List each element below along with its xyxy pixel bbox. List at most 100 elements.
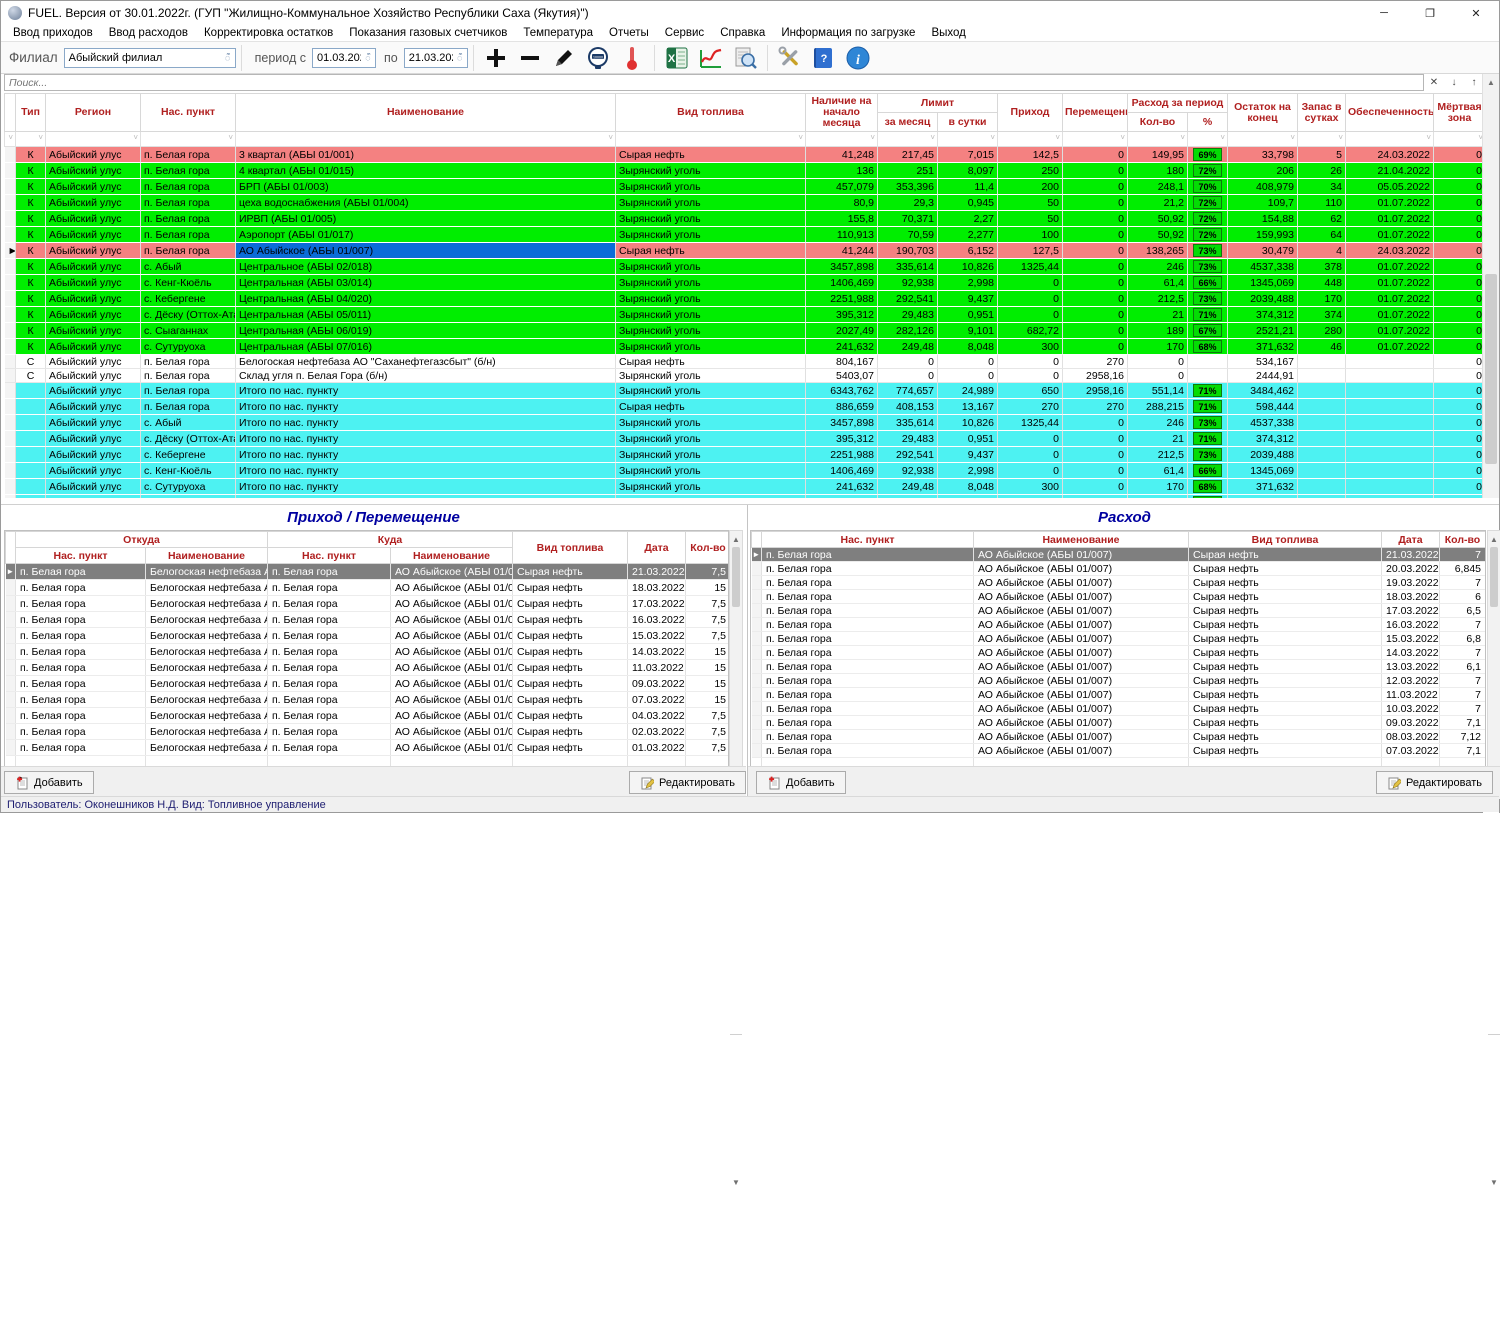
income-row[interactable]: п. Белая гораБелогоская нефтебаза АО "Са… bbox=[6, 676, 730, 692]
column-dead-zone[interactable]: Мёртвая зона bbox=[1434, 94, 1485, 132]
expense-row[interactable]: п. Белая гораАО Абыйское (АБЫ 01/007)Сыр… bbox=[752, 562, 1486, 576]
filter-dropdown[interactable] bbox=[878, 132, 938, 147]
income-row[interactable]: п. Белая гораБелогоская нефтебаза АО "Са… bbox=[6, 612, 730, 628]
column-qty[interactable]: Кол-во bbox=[686, 532, 730, 564]
filter-dropdown[interactable] bbox=[938, 132, 998, 147]
expense-row[interactable]: ►п. Белая гораАО Абыйское (АБЫ 01/007)Сы… bbox=[752, 548, 1486, 562]
help-book-icon[interactable]: ? bbox=[807, 44, 841, 72]
gas-meter-icon[interactable]: 10000 bbox=[581, 44, 615, 72]
table-row[interactable]: КАбыйский улусс. АбыйЦентральное (АБЫ 02… bbox=[5, 259, 1486, 275]
column-fuel[interactable]: Вид топлива bbox=[616, 94, 806, 132]
menu-item-2[interactable]: Ввод расходов bbox=[101, 27, 196, 39]
period-to-combobox[interactable]: 21.03.2022 ऀ bbox=[404, 48, 468, 68]
scroll-thumb[interactable] bbox=[732, 547, 740, 607]
search-prev-icon[interactable]: ↑ bbox=[1464, 74, 1484, 91]
table-row[interactable]: Абыйский улусс. Дёску (Оттох-Атах)Итого … bbox=[5, 431, 1486, 447]
scroll-thumb[interactable] bbox=[1485, 274, 1497, 464]
column-transfer[interactable]: Перемещение bbox=[1063, 94, 1128, 132]
menu-item-3[interactable]: Корректировка остатков bbox=[196, 27, 341, 39]
search-report-icon[interactable] bbox=[728, 44, 762, 72]
scroll-up-icon[interactable]: ▲ bbox=[1483, 74, 1499, 90]
column-settlement[interactable]: Нас. пункт bbox=[762, 532, 974, 548]
add-income-button[interactable]: Добавить bbox=[4, 771, 94, 794]
column-from-settlement[interactable]: Нас. пункт bbox=[16, 548, 146, 564]
column-settlement[interactable]: Нас. пункт bbox=[141, 94, 236, 132]
scroll-down-icon[interactable]: ▼ bbox=[730, 1034, 742, 1329]
branch-combobox[interactable]: Абыйский филиал ऀ bbox=[64, 48, 236, 68]
column-limit-day[interactable]: в сутки bbox=[938, 113, 998, 132]
excel-export-icon[interactable]: X bbox=[660, 44, 694, 72]
income-row[interactable]: п. Белая гораБелогоская нефтебаза АО "Са… bbox=[6, 740, 730, 756]
restore-button[interactable]: ❐ bbox=[1407, 1, 1453, 25]
column-days-supply[interactable]: Запас в сутках bbox=[1298, 94, 1346, 132]
table-row[interactable]: Абыйский улусп. Белая гораИтого по нас. … bbox=[5, 383, 1486, 399]
income-row[interactable]: ►п. Белая гораБелогоская нефтебаза АО "С… bbox=[6, 564, 730, 580]
column-consumption-qty[interactable]: Кол-во bbox=[1128, 113, 1188, 132]
clear-search-icon[interactable]: ✕ bbox=[1424, 74, 1444, 91]
column-fuel[interactable]: Вид топлива bbox=[513, 532, 628, 564]
table-row[interactable]: КАбыйский улусс. Кенг-КюёльЦентральная (… bbox=[5, 275, 1486, 291]
expense-scrollbar[interactable]: ▲ ▼ bbox=[1487, 530, 1500, 767]
filter-dropdown[interactable] bbox=[1228, 132, 1298, 147]
filter-dropdown[interactable] bbox=[1128, 132, 1188, 147]
scroll-thumb[interactable] bbox=[1490, 547, 1498, 607]
table-row[interactable]: КАбыйский улусп. Белая гора3 квартал (АБ… bbox=[5, 147, 1486, 163]
table-row[interactable]: САбыйский улусп. Белая гораБелогоская не… bbox=[5, 355, 1486, 369]
menu-item-7[interactable]: Сервис bbox=[657, 27, 712, 39]
table-row[interactable]: КАбыйский улусп. Белая гораАэропорт (АБЫ… bbox=[5, 227, 1486, 243]
table-row[interactable]: Абыйский улусс. АбыйИтого по нас. пункту… bbox=[5, 415, 1486, 431]
table-row[interactable]: КАбыйский улусс. СыаганнахЦентральная (А… bbox=[5, 323, 1486, 339]
column-consumption-pct[interactable]: % bbox=[1188, 113, 1228, 132]
filter-dropdown[interactable] bbox=[16, 132, 46, 147]
table-row[interactable]: Абыйский улусс. СыаганнахИтого по нас. п… bbox=[5, 495, 1486, 499]
scroll-up-icon[interactable]: ▲ bbox=[1488, 531, 1500, 547]
search-next-icon[interactable]: ↓ bbox=[1444, 74, 1464, 91]
income-row[interactable]: п. Белая гораБелогоская нефтебаза АО "Са… bbox=[6, 596, 730, 612]
column-balance-start[interactable]: Наличие на начало месяца bbox=[806, 94, 878, 132]
scroll-down-icon[interactable]: ▼ bbox=[1488, 1034, 1500, 1329]
column-name[interactable]: Наименование bbox=[974, 532, 1189, 548]
filter-dropdown[interactable] bbox=[236, 132, 616, 147]
expense-row[interactable]: п. Белая гораАО Абыйское (АБЫ 01/007)Сыр… bbox=[752, 730, 1486, 744]
filter-dropdown[interactable] bbox=[806, 132, 878, 147]
edit-expense-button[interactable]: Редактировать bbox=[1376, 771, 1493, 794]
scroll-up-icon[interactable]: ▲ bbox=[730, 531, 742, 547]
column-from-group[interactable]: Откуда bbox=[16, 532, 268, 548]
column-consumption-group[interactable]: Расход за период bbox=[1128, 94, 1228, 113]
search-input[interactable] bbox=[4, 74, 1424, 91]
table-row[interactable]: САбыйский улусп. Белая гораСклад угля п.… bbox=[5, 369, 1486, 383]
filter-dropdown[interactable] bbox=[141, 132, 236, 147]
filter-dropdown[interactable] bbox=[1063, 132, 1128, 147]
column-fuel[interactable]: Вид топлива bbox=[1189, 532, 1382, 548]
table-row[interactable]: КАбыйский улусп. Белая гораИРВП (АБЫ 01/… bbox=[5, 211, 1486, 227]
table-row[interactable]: КАбыйский улусс. СутуруохаЦентральная (А… bbox=[5, 339, 1486, 355]
column-region[interactable]: Регион bbox=[46, 94, 141, 132]
tools-icon[interactable] bbox=[773, 44, 807, 72]
filter-dropdown[interactable] bbox=[1346, 132, 1434, 147]
income-row[interactable]: п. Белая гораБелогоская нефтебаза АО "Са… bbox=[6, 580, 730, 596]
column-limit-group[interactable]: Лимит bbox=[878, 94, 998, 113]
expense-row[interactable]: п. Белая гораАО Абыйское (АБЫ 01/007)Сыр… bbox=[752, 618, 1486, 632]
expense-row[interactable]: п. Белая гораАО Абыйское (АБЫ 01/007)Сыр… bbox=[752, 590, 1486, 604]
column-name[interactable]: Наименование bbox=[236, 94, 616, 132]
income-scrollbar[interactable]: ▲ ▼ bbox=[729, 530, 743, 767]
column-provision[interactable]: Обеспеченность bbox=[1346, 94, 1434, 132]
table-row[interactable]: Абыйский улусс. КебергенеИтого по нас. п… bbox=[5, 447, 1486, 463]
thermometer-icon[interactable] bbox=[615, 44, 649, 72]
filter-dropdown[interactable] bbox=[1188, 132, 1228, 147]
menu-item-10[interactable]: Выход bbox=[923, 27, 973, 39]
filter-dropdown[interactable] bbox=[616, 132, 806, 147]
add-expense-button[interactable]: Добавить bbox=[756, 771, 846, 794]
filter-dropdown[interactable] bbox=[1434, 132, 1485, 147]
column-type[interactable]: Тип bbox=[16, 94, 46, 132]
menu-item-8[interactable]: Справка bbox=[712, 27, 773, 39]
edit-pencil-icon[interactable] bbox=[547, 44, 581, 72]
table-row[interactable]: КАбыйский улусс. Дёску (Оттох-Атах)Центр… bbox=[5, 307, 1486, 323]
menu-item-9[interactable]: Информация по загрузке bbox=[773, 27, 923, 39]
remove-icon[interactable] bbox=[513, 44, 547, 72]
filter-dropdown[interactable] bbox=[998, 132, 1063, 147]
expense-row[interactable]: п. Белая гораАО Абыйское (АБЫ 01/007)Сыр… bbox=[752, 604, 1486, 618]
column-to-group[interactable]: Куда bbox=[268, 532, 513, 548]
expense-row[interactable]: п. Белая гораАО Абыйское (АБЫ 01/007)Сыр… bbox=[752, 744, 1486, 758]
chart-icon[interactable] bbox=[694, 44, 728, 72]
